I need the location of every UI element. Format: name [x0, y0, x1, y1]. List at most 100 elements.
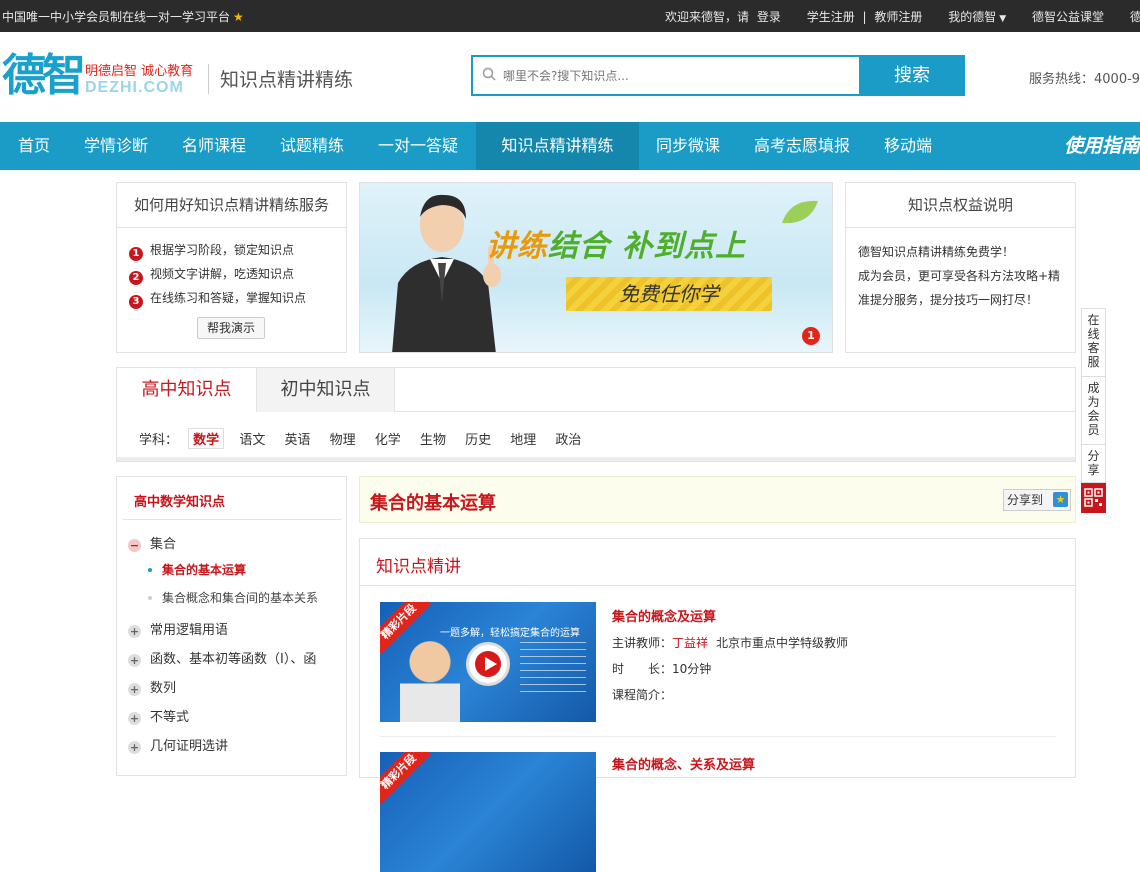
- more-link[interactable]: 德智: [1130, 10, 1140, 24]
- student-register-link[interactable]: 学生注册: [807, 10, 855, 24]
- howto-title: 如何用好知识点精讲精练服务: [117, 183, 346, 228]
- subject-chinese[interactable]: 语文: [235, 429, 269, 448]
- tree-node[interactable]: + 函数、基本初等函数（I）、函: [128, 648, 316, 667]
- play-icon[interactable]: [466, 642, 510, 686]
- tab-high-school[interactable]: 高中知识点: [117, 368, 257, 412]
- tree-node[interactable]: + 数列: [128, 677, 176, 696]
- expand-icon[interactable]: +: [128, 625, 141, 638]
- teacher-figure-icon: [392, 194, 501, 352]
- video-thumbnail[interactable]: 精彩片段 一题多解，轻松搞定集合的运算: [380, 602, 596, 722]
- panel-bottom-shadow: [117, 457, 1075, 461]
- tree-node-label: 函数、基本初等函数（I）、函: [150, 652, 317, 667]
- top-links: 欢迎来德智，请 登录 学生注册 | 教师注册 我的德智▼ 德智公益课堂 德智: [665, 8, 1140, 25]
- knowledge-tree: 高中数学知识点 − 集合 集合的基本运算 集合概念和集合间的基本关系 + 常用逻辑用…: [116, 476, 347, 776]
- subject-history[interactable]: 历史: [461, 429, 495, 448]
- collapse-icon[interactable]: −: [128, 539, 141, 552]
- leaf-icon: [782, 200, 818, 224]
- subject-politics[interactable]: 政治: [551, 429, 585, 448]
- chevron-down-icon: ▼: [999, 14, 1007, 24]
- share-button[interactable]: 分享到 ★: [1003, 489, 1071, 511]
- lesson-section: 知识点精讲 精彩片段 一题多解，轻松搞定集合的运算 集合的概念及运算 主讲教师：…: [359, 538, 1076, 872]
- tree-node[interactable]: + 不等式: [128, 706, 189, 725]
- tree-node-sets[interactable]: − 集合: [128, 533, 176, 552]
- nav-famous-courses[interactable]: 名师课程: [182, 122, 246, 170]
- duration-value: 10分钟: [672, 662, 712, 676]
- subject-geography[interactable]: 地理: [506, 429, 540, 448]
- tab-bar: 高中知识点 初中知识点: [117, 368, 1075, 412]
- float-label: 在线客服: [1087, 313, 1100, 369]
- headline-part: 结合: [548, 229, 610, 264]
- qzone-icon: ★: [1053, 492, 1068, 507]
- my-dezhi-menu[interactable]: 我的德智 ▼: [948, 10, 1006, 24]
- user-guide-link[interactable]: 使用指南: [1064, 122, 1140, 170]
- banner-page-dot[interactable]: 1: [802, 327, 820, 345]
- tree-leaf[interactable]: 集合概念和集合间的基本关系: [148, 589, 318, 606]
- tree-node[interactable]: + 常用逻辑用语: [128, 619, 228, 638]
- play-triangle-icon: [485, 657, 497, 671]
- nav-home[interactable]: 首页: [18, 122, 50, 170]
- banner-subtitle: 免费任你学: [566, 277, 772, 311]
- howto-step: 2 视频文字讲解，吃透知识点: [129, 262, 346, 286]
- video-caption: 一题多解，轻松搞定集合的运算: [440, 628, 580, 639]
- subject-math[interactable]: 数学: [188, 428, 225, 449]
- teacher-register-link[interactable]: 教师注册: [874, 10, 922, 24]
- tab-middle-school[interactable]: 初中知识点: [257, 368, 395, 412]
- subject-biology[interactable]: 生物: [416, 429, 450, 448]
- lesson-divider: [380, 736, 1056, 737]
- search-button[interactable]: 搜索: [859, 55, 965, 96]
- nav-mobile[interactable]: 移动端: [884, 122, 932, 170]
- tree-leaf-current[interactable]: 集合的基本运算: [148, 561, 246, 578]
- teacher-link[interactable]: 丁益祥: [672, 636, 708, 650]
- subject-chemistry[interactable]: 化学: [371, 429, 405, 448]
- login-link[interactable]: 登录: [757, 10, 781, 24]
- expand-icon[interactable]: +: [128, 654, 141, 667]
- float-label: 分享: [1087, 449, 1100, 477]
- header: 德智 明德启智 诚心教育 DEZHI.COM 知识点精讲精练 搜索 服务热线：4…: [0, 32, 1140, 122]
- rights-line: 德智知识点精讲精练免费学！: [858, 245, 1015, 259]
- online-service-button[interactable]: 在线客服: [1082, 309, 1105, 377]
- lesson-title[interactable]: 集合的概念及运算: [612, 610, 716, 625]
- bullet-icon: [148, 568, 152, 572]
- qr-code-button[interactable]: [1081, 483, 1106, 513]
- headline-part: 讲练: [486, 229, 548, 264]
- teacher-row: 主讲教师：丁益祥 北京市重点中学特级教师: [612, 634, 848, 651]
- expand-icon[interactable]: +: [128, 683, 141, 696]
- nav-exercises[interactable]: 试题精练: [280, 122, 344, 170]
- logo-domain: DEZHI.COM: [85, 79, 184, 96]
- demo-button[interactable]: 帮我演示: [197, 317, 265, 339]
- logo[interactable]: 德智: [2, 54, 86, 98]
- share-float-button[interactable]: 分享: [1082, 445, 1105, 483]
- howto-step: 1 根据学习阶段，锁定知识点: [129, 238, 346, 262]
- nav-diagnosis[interactable]: 学情诊断: [84, 122, 148, 170]
- tree-leaf-label: 集合概念和集合间的基本关系: [162, 591, 319, 605]
- nav-micro-lessons[interactable]: 同步微课: [656, 122, 720, 170]
- section-title: 知识点精讲: [376, 557, 461, 577]
- subject-physics[interactable]: 物理: [326, 429, 360, 448]
- duration-label: 时 长：: [612, 662, 673, 676]
- rights-title: 知识点权益说明: [846, 183, 1075, 228]
- expand-icon[interactable]: +: [128, 741, 141, 754]
- tree-leaf-label: 集合的基本运算: [162, 563, 247, 577]
- nav-college-application[interactable]: 高考志愿填报: [754, 122, 850, 170]
- tree-node-label: 几何证明选讲: [150, 739, 229, 754]
- promo-banner[interactable]: 讲练结合 补到点上 免费任你学 1: [359, 182, 833, 353]
- video-thumbnail[interactable]: 精彩片段: [380, 752, 596, 872]
- search-input[interactable]: [503, 66, 843, 86]
- tree-node-label: 常用逻辑用语: [150, 623, 229, 638]
- become-member-button[interactable]: 成为会员: [1082, 377, 1105, 445]
- nav-one-on-one[interactable]: 一对一答疑: [378, 122, 458, 170]
- site-slogan: 中国唯一中小学会员制在线一对一学习平台 ★: [2, 8, 244, 25]
- rights-text: 德智知识点精讲精练免费学！ 成为会员，更可享受各科方法攻略+精准提分服务，提分技…: [846, 228, 1075, 312]
- topic-title: 集合的基本运算: [370, 493, 496, 514]
- expand-icon[interactable]: +: [128, 712, 141, 725]
- public-class-link[interactable]: 德智公益课堂: [1032, 10, 1104, 24]
- nav-knowledge-points[interactable]: 知识点精讲精练: [476, 122, 639, 170]
- tree-node-label: 集合: [150, 537, 177, 552]
- tree-node[interactable]: + 几何证明选讲: [128, 735, 228, 754]
- banner-headline: 讲练结合 补到点上: [486, 221, 746, 265]
- subject-english[interactable]: 英语: [280, 429, 314, 448]
- step-text: 视频文字讲解，吃透知识点: [150, 267, 295, 281]
- howto-panel: 如何用好知识点精讲精练服务 1 根据学习阶段，锁定知识点 2 视频文字讲解，吃透知识…: [116, 182, 347, 353]
- lesson-title[interactable]: 集合的概念、关系及运算: [612, 758, 755, 773]
- floating-toolbar: 在线客服 成为会员 分享: [1081, 308, 1106, 513]
